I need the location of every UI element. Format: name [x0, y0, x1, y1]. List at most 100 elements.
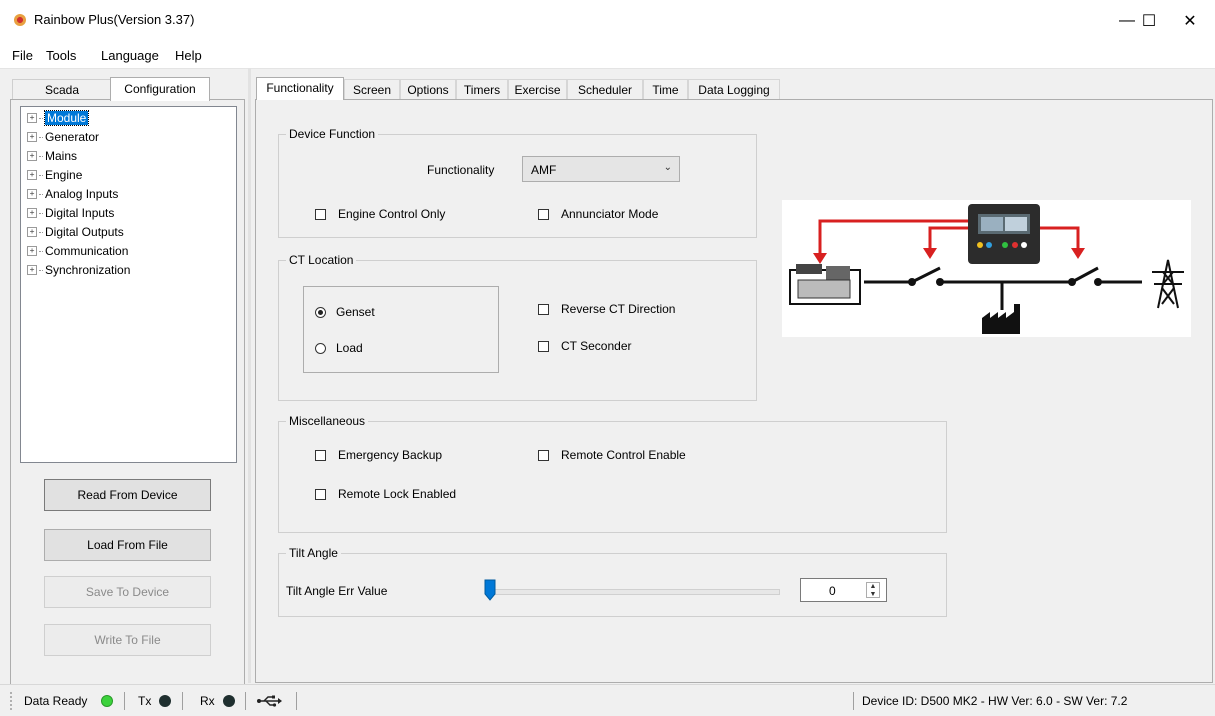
checkbox-box[interactable]	[315, 488, 326, 500]
checkbox-label: CT Seconder	[561, 339, 632, 353]
expand-icon[interactable]: +	[27, 151, 37, 161]
save-to-device-button[interactable]: Save To Device	[44, 576, 211, 608]
checkbox-label: Emergency Backup	[338, 448, 443, 462]
tree-item-analog-inputs[interactable]: + Analog Inputs	[27, 185, 118, 203]
tilt-slider-thumb[interactable]	[484, 579, 496, 601]
radio-selected[interactable]	[315, 306, 326, 318]
tab-scheduler[interactable]: Scheduler	[567, 79, 643, 99]
emergency-backup-checkbox[interactable]: Emergency Backup	[315, 448, 442, 462]
tree-item-label: Engine	[45, 168, 83, 182]
expand-icon[interactable]: +	[27, 227, 37, 237]
menu-help[interactable]: Help	[175, 48, 202, 63]
tree-item-mains[interactable]: + Mains	[27, 147, 77, 165]
checkbox-box[interactable]	[315, 449, 326, 461]
expand-icon[interactable]: +	[27, 132, 37, 142]
rx-label: Rx	[200, 694, 215, 708]
load-from-file-button[interactable]: Load From File	[44, 529, 211, 561]
generator-icon	[789, 264, 861, 305]
tilt-value-spinbox[interactable]: 0 ▲ ▼	[800, 578, 887, 602]
tree-item-label: Generator	[45, 130, 100, 144]
expand-icon[interactable]: +	[27, 170, 37, 180]
tree-item-digital-inputs[interactable]: + Digital Inputs	[27, 204, 114, 222]
load-radio[interactable]: Load	[315, 341, 363, 355]
power-tower-icon	[1152, 259, 1184, 309]
expand-icon[interactable]: +	[27, 246, 37, 256]
menu-tools[interactable]: Tools	[46, 48, 76, 63]
tree-item-synchronization[interactable]: + Synchronization	[27, 261, 130, 279]
tree-item-generator[interactable]: + Generator	[27, 128, 99, 146]
tree-item-communication[interactable]: + Communication	[27, 242, 128, 260]
tree-item-label: Digital Outputs	[45, 225, 124, 239]
checkbox-box[interactable]	[538, 303, 549, 315]
tab-scada[interactable]: Scada	[12, 79, 112, 100]
functionality-page: Device Function CT Location Miscellaneou…	[255, 99, 1213, 683]
read-from-device-button[interactable]: Read From Device	[44, 479, 211, 511]
tree-item-label: Communication	[45, 244, 129, 258]
tree-item-label: Digital Inputs	[45, 206, 115, 220]
title-bar: Rainbow Plus(Version 3.37) — ☐ ✕	[0, 0, 1215, 42]
chevron-down-icon: ⌄	[663, 162, 672, 173]
tab-functionality[interactable]: Functionality	[256, 77, 344, 100]
tx-label: Tx	[138, 694, 152, 708]
checkbox-label: Annunciator Mode	[561, 207, 659, 221]
expand-icon[interactable]: +	[27, 189, 37, 199]
checkbox-box[interactable]	[538, 208, 549, 220]
maximize-button[interactable]: ☐	[1126, 0, 1172, 42]
write-to-file-button[interactable]: Write To File	[44, 624, 211, 656]
expand-icon[interactable]: +	[27, 208, 37, 218]
group-title: Miscellaneous	[286, 414, 369, 428]
tab-timers[interactable]: Timers	[456, 79, 508, 99]
tab-configuration[interactable]: Configuration	[110, 77, 210, 101]
tab-screen[interactable]: Screen	[344, 79, 400, 99]
busbar	[864, 266, 1142, 310]
tab-options[interactable]: Options	[400, 79, 456, 99]
status-bar: Data Ready Tx Rx Device ID: D500 MK2 - H…	[0, 684, 1215, 716]
checkbox-box[interactable]	[315, 208, 326, 220]
data-ready-label: Data Ready	[24, 694, 88, 708]
reverse-ct-direction-checkbox[interactable]: Reverse CT Direction	[538, 302, 675, 316]
rx-led-icon	[223, 695, 235, 707]
group-title: CT Location	[286, 253, 357, 267]
tab-exercise[interactable]: Exercise	[508, 79, 567, 99]
radio-label: Load	[336, 341, 363, 355]
expand-icon[interactable]: +	[27, 113, 37, 123]
genset-radio[interactable]: Genset	[315, 305, 375, 319]
tx-led-icon	[159, 695, 171, 707]
ct-location-group: CT Location	[278, 253, 757, 401]
tree-item-label: Analog Inputs	[45, 187, 119, 201]
remote-lock-enabled-checkbox[interactable]: Remote Lock Enabled	[315, 487, 456, 501]
expand-icon[interactable]: +	[27, 265, 37, 275]
engine-control-only-checkbox[interactable]: Engine Control Only	[315, 207, 445, 221]
functionality-select[interactable]: AMF ⌄	[522, 156, 680, 182]
tilt-value: 0	[829, 584, 836, 598]
group-title: Tilt Angle	[286, 546, 341, 560]
tab-time[interactable]: Time	[643, 79, 688, 99]
checkbox-box[interactable]	[538, 449, 549, 461]
device-function-group: Device Function	[278, 127, 757, 238]
tilt-slider-track[interactable]	[486, 589, 780, 595]
radio-unselected[interactable]	[315, 342, 326, 354]
device-info: Device ID: D500 MK2 - HW Ver: 6.0 - SW V…	[862, 694, 1128, 708]
tab-data-logging[interactable]: Data Logging	[688, 79, 780, 99]
close-button[interactable]: ✕	[1167, 0, 1213, 42]
menu-file[interactable]: File	[12, 48, 33, 63]
window-title: Rainbow Plus(Version 3.37)	[34, 12, 195, 27]
remote-control-enable-checkbox[interactable]: Remote Control Enable	[538, 448, 686, 462]
tree-item-label: Synchronization	[45, 263, 131, 277]
ct-radio-box	[303, 286, 499, 373]
splitter[interactable]	[248, 68, 251, 683]
radio-label: Genset	[336, 305, 375, 319]
spin-buttons[interactable]: ▲ ▼	[866, 582, 880, 598]
menu-language[interactable]: Language	[101, 48, 159, 63]
functionality-label: Functionality	[427, 163, 495, 177]
tree-item-digital-outputs[interactable]: + Digital Outputs	[27, 223, 124, 241]
annunciator-mode-checkbox[interactable]: Annunciator Mode	[538, 207, 658, 221]
tree-item-engine[interactable]: + Engine	[27, 166, 82, 184]
usb-icon	[257, 695, 282, 707]
tree-item-module[interactable]: + Module	[27, 109, 90, 127]
grip	[10, 692, 12, 710]
checkbox-box[interactable]	[538, 340, 549, 352]
app-icon	[14, 14, 26, 26]
ct-seconder-checkbox[interactable]: CT Seconder	[538, 339, 631, 353]
config-tree: + Module + Generator + Mains + Engine + …	[20, 106, 237, 463]
